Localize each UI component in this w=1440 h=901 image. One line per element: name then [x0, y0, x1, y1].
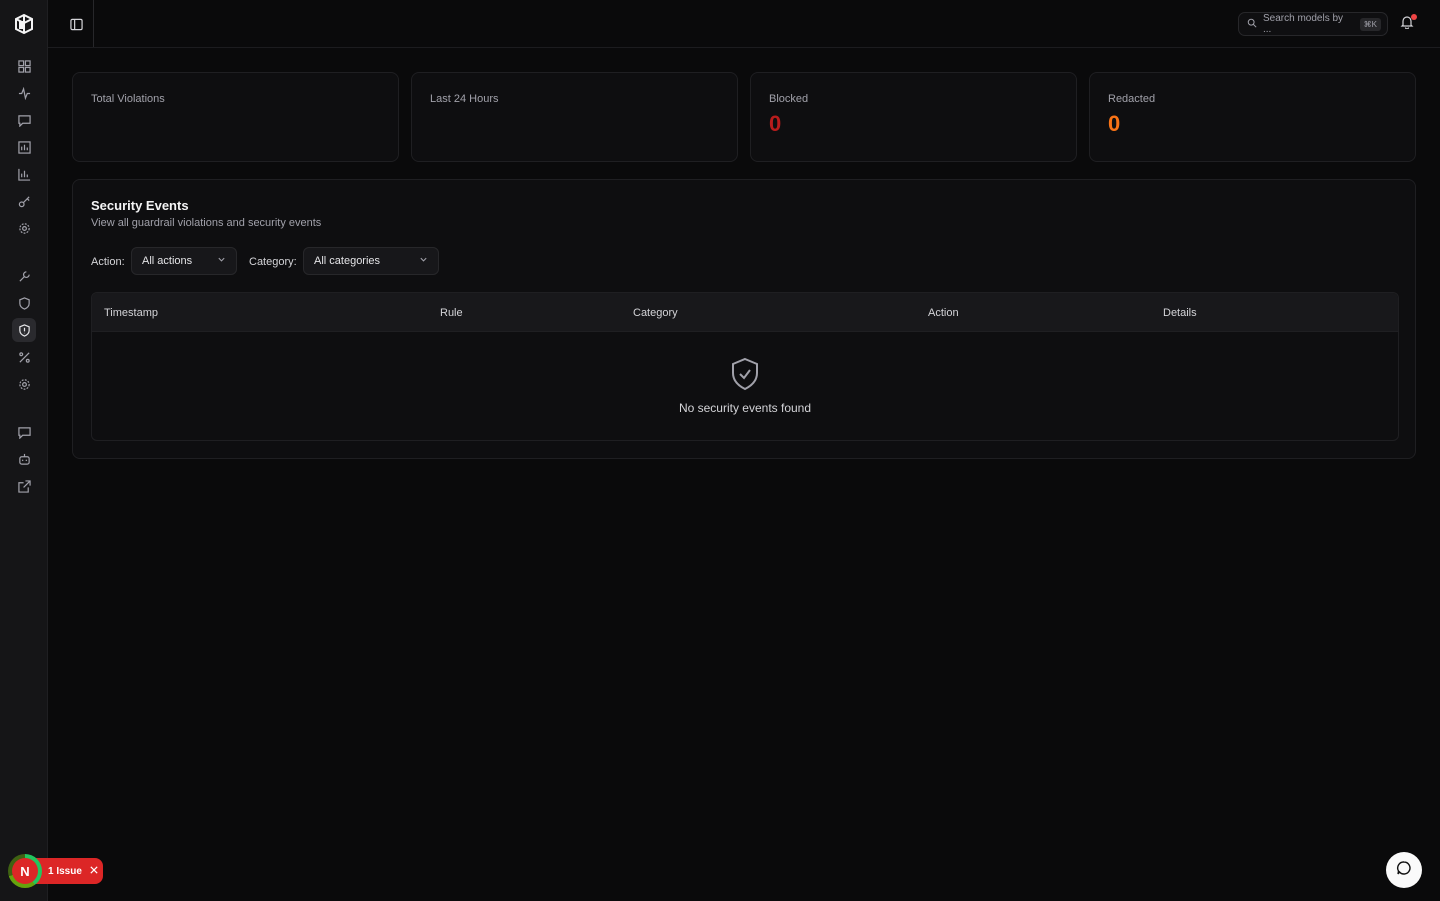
shield-alert-icon[interactable]: [12, 318, 36, 342]
panel-title: Security Events: [91, 198, 189, 213]
column-header-timestamp[interactable]: Timestamp: [104, 307, 158, 319]
external-link-icon[interactable]: [14, 476, 34, 496]
panel-subtitle: View all guardrail violations and securi…: [91, 217, 322, 229]
stat-card-total-violations: Total Violations: [72, 72, 399, 162]
security-events-panel: Security Events View all guardrail viola…: [72, 179, 1416, 459]
chat-icon[interactable]: [14, 110, 34, 130]
category-filter-label: Category:: [249, 256, 297, 268]
security-events-table: Timestamp Rule Category Action Details N…: [91, 292, 1399, 441]
chevron-down-icon: [419, 255, 428, 267]
topbar-divider: [93, 0, 94, 47]
chevron-down-icon: [217, 255, 226, 267]
dashboard-icon[interactable]: [14, 56, 34, 76]
category-filter-select[interactable]: All categories: [303, 247, 439, 275]
analytics-icon[interactable]: [14, 164, 34, 184]
column-header-action[interactable]: Action: [928, 307, 959, 319]
stat-label: Blocked: [769, 93, 809, 105]
issue-badge[interactable]: 1 Issue N: [8, 854, 104, 888]
search-shortcut: ⌘K: [1359, 17, 1381, 31]
stat-card-last-24-hours: Last 24 Hours: [411, 72, 738, 162]
category-filter-value: All categories: [314, 255, 381, 267]
action-filter-label: Action:: [91, 256, 125, 268]
search-placeholder: Search models by ...: [1263, 13, 1344, 35]
empty-state-message: No security events found: [678, 401, 812, 415]
action-filter-value: All actions: [142, 255, 193, 267]
notification-dot: [1411, 14, 1417, 20]
search-input[interactable]: Search models by ... ⌘K: [1238, 12, 1388, 36]
issue-pill[interactable]: 1 Issue: [36, 858, 103, 884]
stat-card-blocked: Blocked 0: [750, 72, 1077, 162]
avatar-letter: N: [12, 858, 38, 884]
sidebar: [0, 0, 48, 901]
close-icon[interactable]: [90, 865, 98, 877]
stat-value-redacted: 0: [1108, 111, 1121, 136]
settings-icon[interactable]: [14, 218, 34, 238]
chat-button[interactable]: [1386, 852, 1422, 888]
sidebar-toggle-icon[interactable]: [67, 15, 85, 33]
stat-value-blocked: 0: [769, 111, 782, 136]
shield-icon[interactable]: [14, 293, 34, 313]
search-icon: [1247, 18, 1257, 31]
column-header-rule[interactable]: Rule: [440, 307, 463, 319]
cog-icon[interactable]: [14, 374, 34, 394]
topbar: Search models by ... ⌘K: [48, 0, 1440, 48]
column-header-details[interactable]: Details: [1163, 307, 1197, 319]
table-header: Timestamp Rule Category Action Details: [92, 293, 1398, 332]
stat-card-redacted: Redacted 0: [1089, 72, 1416, 162]
bot-icon[interactable]: [14, 449, 34, 469]
activity-icon[interactable]: [14, 83, 34, 103]
message-icon[interactable]: [14, 422, 34, 442]
chat-bubble-icon: [1396, 860, 1412, 881]
app-logo-icon[interactable]: [13, 13, 35, 35]
column-header-category[interactable]: Category: [633, 307, 678, 319]
key-icon[interactable]: [14, 191, 34, 211]
issue-label: 1 Issue: [48, 865, 82, 877]
wrench-icon[interactable]: [14, 266, 34, 286]
avatar[interactable]: N: [8, 854, 42, 888]
stat-label: Last 24 Hours: [430, 93, 499, 105]
stat-label: Redacted: [1108, 93, 1156, 105]
bar-chart-icon[interactable]: [14, 137, 34, 157]
stat-label: Total Violations: [91, 93, 165, 105]
percent-icon[interactable]: [14, 347, 34, 367]
action-filter-select[interactable]: All actions: [131, 247, 237, 275]
shield-check-icon: [729, 357, 761, 391]
